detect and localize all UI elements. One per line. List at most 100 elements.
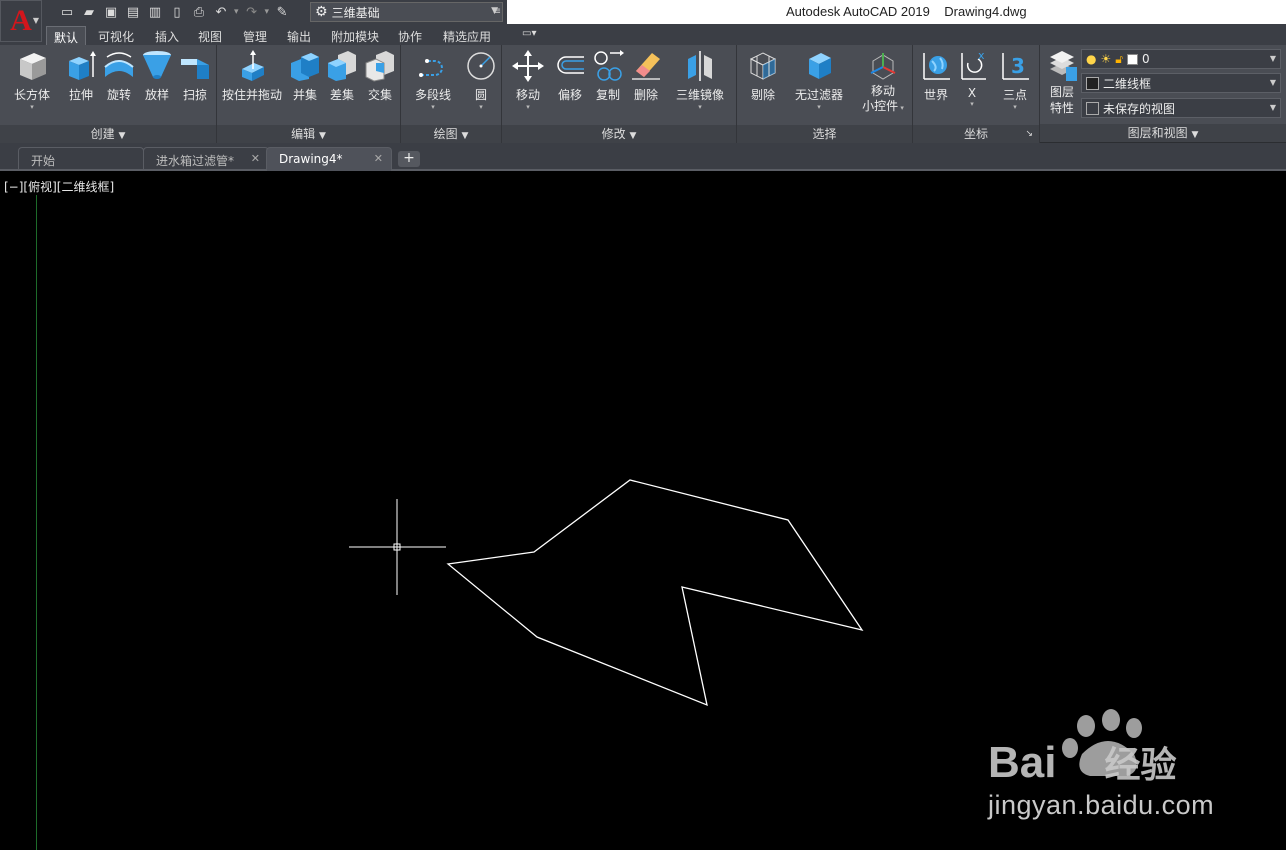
mirror3d-icon <box>688 51 712 81</box>
tab-document[interactable]: 进水箱过滤管* ✕ <box>143 147 269 171</box>
chevron-down-icon: ▼ <box>32 16 39 25</box>
panel-title: 坐标 <box>963 127 988 141</box>
match-properties-icon[interactable]: ✎ <box>273 3 291 21</box>
ucs-x-button[interactable]: x X ▾ <box>950 49 994 108</box>
world-ucs-icon <box>923 53 950 80</box>
ucs-3point-button[interactable]: 3 三点 ▾ <box>993 49 1037 111</box>
three-point-icon: 3 <box>1002 53 1029 80</box>
eraser-icon <box>632 53 660 80</box>
box-button[interactable]: 长方体 ▾ <box>10 49 54 111</box>
chevron-down-icon: ▼ <box>318 131 326 141</box>
panel-draw: 多段线 ▾ 圆 ▾ 绘图 ▼ <box>401 45 502 143</box>
layer-dropdown[interactable]: ● ☀ 🔓︎ 0 ▼ <box>1081 49 1281 69</box>
chevron-down-icon: ▾ <box>431 103 435 111</box>
no-filter-label: 无过滤器 <box>794 88 843 102</box>
filter-box-icon <box>809 53 831 79</box>
web-save-icon[interactable]: ▯ <box>168 3 186 21</box>
plot-icon[interactable]: ⎙ <box>190 3 208 21</box>
layer-name: 0 <box>1142 52 1150 66</box>
redo-dropdown-icon[interactable]: ▾ <box>265 7 270 17</box>
chevron-down-icon: ▾ <box>970 100 974 108</box>
panel-edit-title[interactable]: 编辑 ▼ <box>217 125 400 143</box>
chevron-down-icon: ▾ <box>817 103 821 111</box>
app-title: Autodesk AutoCAD 2019 <box>786 4 930 19</box>
view-icon <box>1086 101 1099 115</box>
panel-modify-title[interactable]: 修改 ▼ <box>502 125 736 143</box>
tab-featured-apps[interactable]: 精选应用 <box>436 26 498 45</box>
loft-icon <box>143 51 171 79</box>
panel-draw-title[interactable]: 绘图 ▼ <box>401 125 501 143</box>
layer-line1: 图层 <box>1049 85 1074 99</box>
svg-text:x: x <box>978 49 985 62</box>
intersect-button[interactable]: 交集 <box>358 49 402 103</box>
tab-visualize[interactable]: 可视化 <box>91 26 141 45</box>
tab-output[interactable]: 输出 <box>280 26 318 45</box>
erase-button[interactable]: 删除 <box>624 49 668 103</box>
chevron-down-icon: ▼ <box>1191 130 1199 140</box>
named-view-dropdown[interactable]: 未保存的视图 ▼ <box>1081 98 1281 118</box>
save-icon[interactable]: ▣ <box>102 3 120 21</box>
layer-properties-button[interactable]: 图层 特性 <box>1040 49 1084 116</box>
named-view-value: 未保存的视图 <box>1103 101 1176 116</box>
dialog-launcher-icon[interactable]: ↘ <box>1025 125 1033 143</box>
mirror3d-button[interactable]: 三维镜像 ▾ <box>672 49 728 111</box>
application-menu-button[interactable]: A ▼ <box>0 0 42 42</box>
gear-icon: ⚙ <box>315 4 328 20</box>
drawn-polyline[interactable] <box>446 479 864 707</box>
open-folder-icon[interactable]: ▰ <box>80 3 98 21</box>
move-gizmo-label: 移动 小控件 ▾ <box>859 84 907 116</box>
undo-icon[interactable]: ↶ <box>212 3 230 21</box>
x-label: X <box>967 86 977 100</box>
redo-icon[interactable]: ↷ <box>243 3 261 21</box>
extrude-icon <box>69 51 96 80</box>
subtract-icon <box>328 51 356 81</box>
brand-tail: 经验 <box>1104 744 1177 785</box>
panel-title: 图层和视图 <box>1127 126 1188 140</box>
tab-document-active[interactable]: Drawing4* ✕ <box>266 147 392 171</box>
close-icon[interactable]: ✕ <box>251 152 260 165</box>
visual-style-dropdown[interactable]: 二维线框 ▼ <box>1081 73 1281 93</box>
new-tab-button[interactable]: + <box>398 151 420 167</box>
sweep-icon <box>181 59 209 79</box>
tab-default[interactable]: 默认 <box>46 26 87 45</box>
mirror3d-label: 三维镜像 <box>675 88 724 102</box>
sun-icon: ☀ <box>1100 52 1112 66</box>
move-button[interactable]: 移动 ▾ <box>506 49 550 111</box>
tab-manage[interactable]: 管理 <box>236 26 274 45</box>
panel-edit: 按住并拖动 并集 差集 交集 编辑 ▼ <box>217 45 401 143</box>
tab-addins[interactable]: 附加模块 <box>324 26 386 45</box>
panel-create-title[interactable]: 创建 ▼ <box>0 125 216 143</box>
copy-icon <box>594 50 624 81</box>
culling-button[interactable]: 剔除 <box>741 49 785 103</box>
panel-title: 编辑 <box>291 127 316 141</box>
tab-view[interactable]: 视图 <box>191 26 229 45</box>
tab-start[interactable]: 开始 <box>18 147 144 171</box>
tab-label: Drawing4* <box>279 152 343 166</box>
close-icon[interactable]: ✕ <box>374 152 383 165</box>
polyline-button[interactable]: 多段线 ▾ <box>411 49 455 111</box>
tab-collaborate[interactable]: 协作 <box>391 26 429 45</box>
undo-dropdown-icon[interactable]: ▾ <box>234 7 239 17</box>
autocad-logo: A <box>10 4 32 37</box>
circle-label: 圆 <box>474 88 487 102</box>
new-file-icon[interactable]: ▭ <box>58 3 76 21</box>
panel-coordinates-title[interactable]: 坐标 ↘ <box>913 125 1039 143</box>
presspull-button[interactable]: 按住并拖动 <box>220 49 284 103</box>
panel-selection: 剔除 无过滤器 ▾ 移动 小控件 ▾ 选择 <box>737 45 913 143</box>
tab-insert[interactable]: 插入 <box>148 26 186 45</box>
panel-layers-view-title[interactable]: 图层和视图 ▼ <box>1040 124 1286 142</box>
chevron-down-icon: ▾ <box>698 103 702 111</box>
offset-icon <box>557 56 584 74</box>
no-filter-button[interactable]: 无过滤器 ▾ <box>793 49 845 111</box>
sweep-button[interactable]: 扫掠 <box>173 49 217 103</box>
ribbon-minimize-button[interactable]: ▭▾ <box>522 28 548 42</box>
polyline-icon <box>419 59 443 77</box>
web-open-icon[interactable]: ▥ <box>146 3 164 21</box>
visual-style-value: 二维线框 <box>1103 76 1152 91</box>
move-gizmo-button[interactable]: 移动 小控件 ▾ <box>859 49 907 116</box>
circle-button[interactable]: 圆 ▾ <box>459 49 503 111</box>
save-as-icon[interactable]: ▤ <box>124 3 142 21</box>
chevron-down-icon: ▾ <box>479 103 483 111</box>
workspace-switcher[interactable]: ⚙ 三维基础 ▼ <box>310 2 503 22</box>
qat-customize-button[interactable]: ≡ <box>490 3 504 21</box>
